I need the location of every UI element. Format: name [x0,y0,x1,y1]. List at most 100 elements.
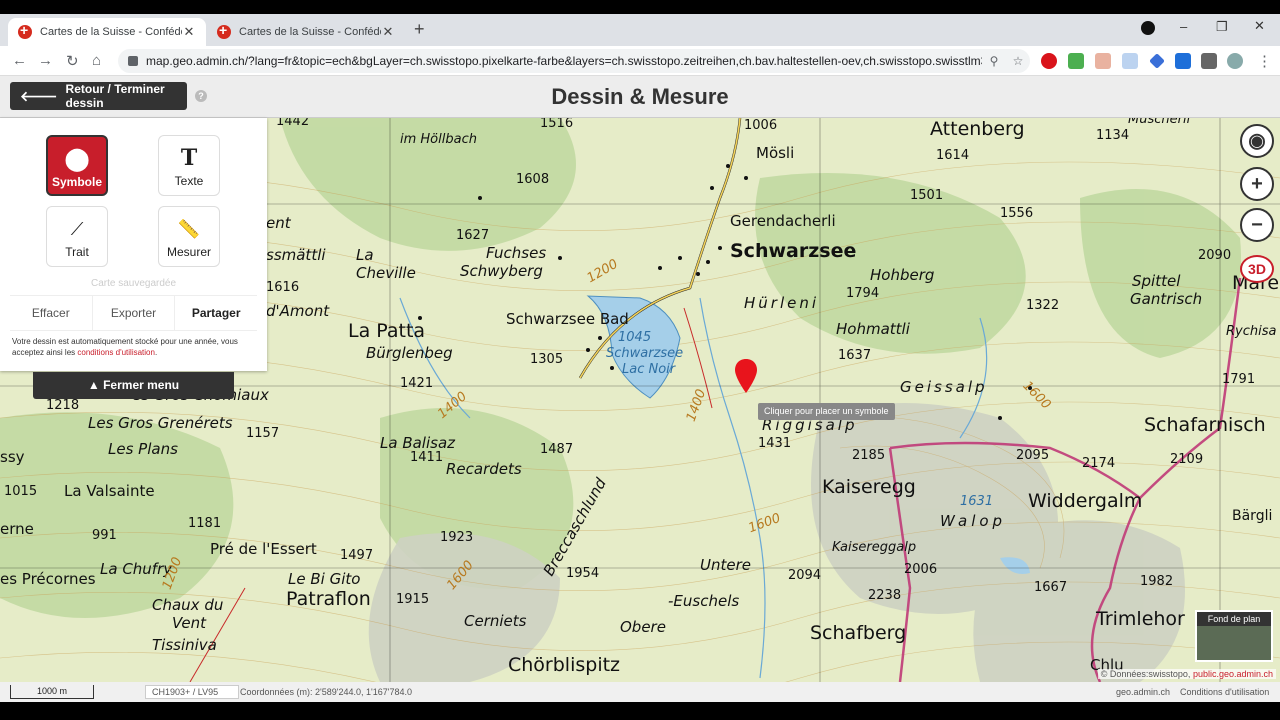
profile-icon[interactable] [1141,21,1155,35]
projection-select[interactable]: CH1903+ / LV95 [145,685,239,699]
spot-height: 1915 [396,592,430,607]
lake-label: Schwarzsee [606,346,684,361]
tab-1[interactable]: Cartes de la Suisse - Confédératio ✕ [8,18,206,46]
zoom-in-button[interactable]: + [1240,167,1274,201]
spot-height: 2090 [1198,248,1232,263]
spot-height: 1608 [516,172,550,187]
spot-height: 1982 [1140,574,1174,589]
puzzle-icon[interactable] [1201,53,1217,69]
tab-2[interactable]: Cartes de la Suisse - Confédératio ✕ [207,18,405,46]
arrow-left-icon: 🡐 [20,87,58,104]
address-bar-row: ← → ↻ ⌂ map.geo.admin.ch/?lang=fr&topic=… [0,46,1280,76]
3d-button[interactable]: 3D [1240,255,1274,283]
saved-status: Carte sauvegardée [90,278,177,289]
top-bar [0,0,1280,14]
map-label: Cerniets [464,612,527,630]
map-label: Muscherli [1128,118,1191,127]
export-button[interactable]: Exporter [93,296,176,330]
zoom-out-button[interactable]: − [1240,208,1274,242]
tool-label: Symbole [51,175,102,189]
minimize-icon[interactable]: – [1180,19,1187,34]
spot-height: 1134 [1096,128,1130,143]
share-button[interactable]: Partager [175,296,257,330]
placement-tooltip: Cliquer pour placer un symbole [758,403,895,420]
tab-strip: Cartes de la Suisse - Confédératio ✕ Car… [0,14,1280,46]
map-label: Obere [620,618,666,636]
extension-icon[interactable] [1122,53,1138,69]
map-label: Les Gros Grenérets [88,414,233,432]
star-icon[interactable]: ☆ [1006,54,1030,68]
tool-symbol-button[interactable]: ⬤ Symbole [46,135,108,196]
close-menu-button[interactable]: ▲ Fermer menu [33,372,234,399]
spot-height: 1442 [276,118,310,129]
spot-height: 2238 [868,588,902,603]
close-window-icon[interactable]: ✕ [1254,18,1265,34]
maximize-icon[interactable]: ❐ [1216,19,1228,35]
map-label: Hohmattli [836,320,910,338]
extension-icon[interactable] [1175,53,1191,69]
bottom-bar [0,702,1280,720]
tool-measure-button[interactable]: 📏 Mesurer [158,206,220,267]
spot-height: 1556 [1000,206,1034,221]
extension-icon[interactable] [1041,53,1057,69]
tool-text-button[interactable]: T Texte [158,135,220,196]
extension-icon[interactable] [1095,53,1111,69]
clear-button[interactable]: Effacer [10,296,93,330]
spot-height: 2094 [788,568,822,583]
close-tab-icon[interactable]: ✕ [381,24,395,40]
spot-height: 1218 [46,398,80,413]
map-label: im Höllbach [400,132,477,147]
spot-height: 1637 [838,348,872,363]
bg-thumb-label: Fond de plan [1197,612,1271,626]
map-footer: 1000 m CH1903+ / LV95 Coordonnées (m): 2… [0,682,1280,702]
map-label: Tissiniva [152,636,217,654]
avatar[interactable] [1227,53,1243,69]
spot-height: 1421 [400,376,434,391]
map-label: Untere [700,556,751,574]
map-label: Hürleni [744,294,820,312]
extension-icon[interactable] [1068,53,1084,69]
terms-footer-link[interactable]: Conditions d'utilisation [1180,687,1269,697]
drawing-panel: ⬤ Symbole T Texte ⟋ Trait 📏 Mesurer Cart… [0,118,267,371]
background-layer-button[interactable]: Fond de plan [1195,610,1273,662]
map-label: La Patta [348,320,426,342]
line-icon: ⟋ [70,219,84,239]
forward-icon[interactable]: → [38,52,53,69]
attribution-link[interactable]: public.geo.admin.ch [1193,669,1273,679]
home-icon[interactable]: ⌂ [92,52,101,69]
geolocate-button[interactable]: ◉ [1240,124,1274,158]
spot-height: 1501 [910,188,944,203]
url-field[interactable]: map.geo.admin.ch/?lang=fr&topic=ech&bgLa… [118,49,1030,73]
back-finish-button[interactable]: 🡐 Retour / Terminer dessin [10,82,187,110]
close-tab-icon[interactable]: ✕ [182,24,196,40]
lake-label: 1631 [960,494,994,509]
spot-height: 1181 [188,516,222,531]
extension-icon[interactable] [1149,53,1165,69]
tab-title: Cartes de la Suisse - Confédératio [40,26,182,38]
map-label: Spittel [1132,272,1181,290]
lake-label: Lac Noir [622,362,676,377]
spot-height: 1305 [530,352,564,367]
map-label: Schwarzsee Bad [506,310,629,328]
reload-icon[interactable]: ↻ [66,52,79,70]
tab-title: Cartes de la Suisse - Confédératio [239,26,381,38]
swiss-flag-icon [18,22,32,39]
map-label: erne [0,520,34,538]
location-icon[interactable]: ⚲ [982,54,1006,68]
tool-label: Mesurer [166,245,211,259]
tool-line-button[interactable]: ⟋ Trait [46,206,108,267]
map-label: -Euschels [668,592,740,610]
back-icon[interactable]: ← [12,52,27,69]
map-label: Schwarzsee [730,240,857,262]
spot-height: 1627 [456,228,490,243]
lock-icon [128,56,138,66]
more-icon[interactable]: ⋮ [1257,52,1272,70]
help-icon[interactable]: ? [195,90,207,102]
map-marker-icon[interactable] [734,358,758,394]
map-label: ssy [0,448,25,466]
new-tab-icon[interactable]: + [414,19,425,40]
spot-height: 1411 [410,450,444,465]
map-label: Gerendacherli [730,212,836,230]
terms-link[interactable]: conditions d'utilisation [77,348,155,357]
geo-admin-link[interactable]: geo.admin.ch [1116,687,1170,697]
